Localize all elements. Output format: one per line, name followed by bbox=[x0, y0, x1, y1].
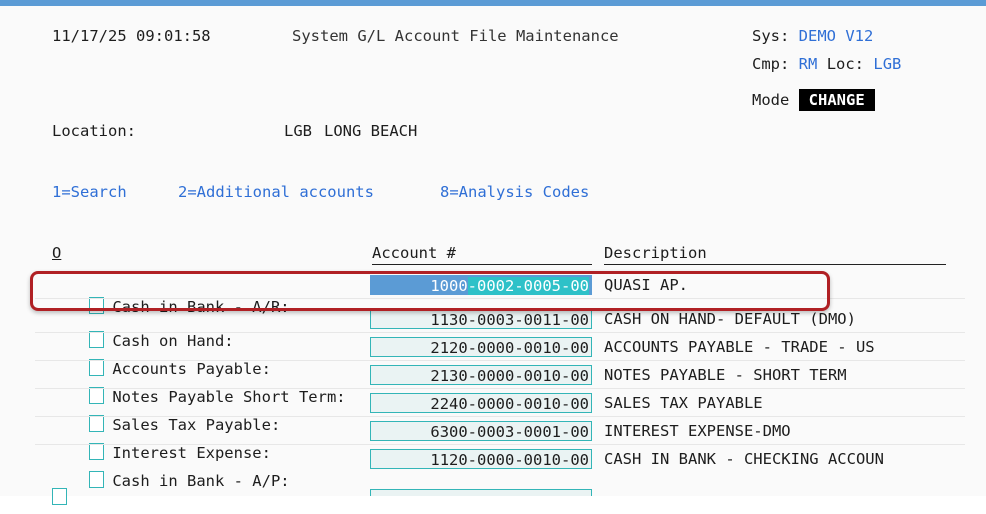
account-field[interactable]: 6300-0003-0001-00 bbox=[370, 421, 592, 441]
sys-value: DEMO V12 bbox=[798, 27, 874, 45]
list-item: Sales Tax Payable: bbox=[52, 392, 280, 434]
fkey-analysis-codes[interactable]: 8=Analysis Codes bbox=[440, 182, 589, 202]
col-option-header: O bbox=[52, 244, 62, 262]
description-header-underline bbox=[604, 264, 946, 265]
selected-row-highlight bbox=[30, 271, 830, 311]
cmp-label: Cmp: bbox=[752, 55, 790, 73]
location-code: LGB bbox=[284, 122, 312, 140]
account-header-underline bbox=[372, 264, 592, 265]
terminal-screen: 11/17/25 09:01:58 System G/L Account Fil… bbox=[0, 6, 986, 505]
row-separator bbox=[35, 332, 965, 333]
cmp-loc-info: Cmp: RM Loc: LGB bbox=[752, 54, 901, 74]
account-field[interactable]: 2120-0000-0010-00 bbox=[370, 337, 592, 357]
sys-label: Sys: bbox=[752, 27, 790, 45]
row-description: SALES TAX PAYABLE bbox=[604, 394, 763, 412]
option-field[interactable] bbox=[89, 471, 105, 488]
row-description: CASH ON HAND- DEFAULT (DMO) bbox=[604, 310, 856, 328]
loc-value: LGB bbox=[873, 55, 902, 73]
list-item: Cash on Hand: bbox=[52, 308, 234, 350]
account-field[interactable]: 2130-0000-0010-00 bbox=[370, 365, 592, 385]
account-field[interactable]: 2240-0000-0010-00 bbox=[370, 393, 592, 413]
list-item: Notes Payable Short Term: bbox=[52, 364, 346, 406]
col-account-header: Account # bbox=[372, 244, 456, 262]
fkey-search[interactable]: 1=Search bbox=[52, 182, 127, 202]
mode-badge: CHANGE bbox=[798, 89, 875, 111]
loc-label: Loc: bbox=[826, 55, 865, 73]
fkey-additional-accounts[interactable]: 2=Additional accounts bbox=[178, 182, 374, 202]
row-description: CASH IN BANK - CHECKING ACCOUN bbox=[604, 450, 884, 468]
row-description: NOTES PAYABLE - SHORT TERM bbox=[604, 366, 847, 384]
row-description: ACCOUNTS PAYABLE - TRADE - US bbox=[604, 338, 875, 356]
option-field[interactable] bbox=[52, 488, 67, 505]
account-field[interactable] bbox=[370, 489, 592, 496]
row-separator bbox=[35, 388, 965, 389]
list-item: Accounts Payable: bbox=[52, 336, 271, 378]
row-separator bbox=[35, 360, 965, 361]
datetime: 11/17/25 09:01:58 bbox=[52, 27, 211, 45]
list-item: Cash in Bank - A/P: bbox=[52, 448, 290, 490]
mode-label: Mode bbox=[752, 91, 790, 109]
mode-indicator: Mode CHANGE bbox=[752, 89, 875, 111]
row-description: INTEREST EXPENSE-DMO bbox=[604, 422, 791, 440]
row-separator bbox=[35, 416, 965, 417]
location-label: Location: bbox=[52, 122, 136, 140]
row-separator bbox=[35, 444, 965, 445]
col-description-header: Description bbox=[604, 244, 707, 262]
sys-info: Sys: DEMO V12 bbox=[752, 26, 873, 46]
cmp-value: RM bbox=[798, 55, 818, 73]
account-field[interactable]: 1130-0003-0011-00 bbox=[370, 309, 592, 329]
location-name: LONG BEACH bbox=[324, 122, 418, 140]
screen-title: System G/L Account File Maintenance bbox=[292, 27, 619, 45]
account-field[interactable]: 1120-0000-0010-00 bbox=[370, 449, 592, 469]
row-label: Cash in Bank - A/P: bbox=[112, 472, 290, 490]
list-item: Interest Expense: bbox=[52, 420, 271, 462]
